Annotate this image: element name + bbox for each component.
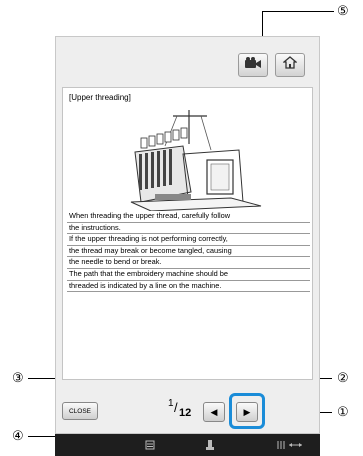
instruction-text: When threading the upper thread, careful… — [67, 211, 310, 293]
callout-5-leader — [262, 11, 334, 12]
left-arrow-icon: ◀ — [210, 406, 218, 417]
right-arrow-icon: ▶ — [243, 406, 251, 417]
current-page: 1 — [168, 398, 174, 409]
total-pages: 12 — [179, 407, 192, 419]
text-line: The path that the embroidery machine sho… — [67, 269, 310, 281]
text-line: When threading the upper thread, careful… — [67, 211, 310, 223]
text-line: the needle to bend or break. — [67, 257, 310, 269]
callout-4: ④ — [12, 428, 24, 443]
previous-page-button[interactable]: ◀ — [203, 402, 225, 422]
home-icon — [282, 56, 298, 74]
callout-5: ⑤ — [337, 3, 349, 18]
embroidery-machine-illustration — [130, 110, 262, 211]
callout-3: ③ — [12, 370, 24, 385]
text-line: threaded is indicated by a line on the m… — [67, 281, 310, 293]
video-button[interactable] — [238, 53, 268, 77]
bottom-status-bar — [55, 434, 320, 456]
close-button[interactable]: CLOSE — [62, 402, 98, 420]
page-separator: / — [174, 400, 178, 415]
callout-2: ② — [337, 370, 349, 385]
thread-tension-icon[interactable] — [270, 434, 310, 456]
list-icon[interactable] — [140, 434, 160, 456]
home-button[interactable] — [275, 53, 305, 77]
video-camera-icon — [244, 56, 262, 74]
machine-icon[interactable] — [200, 434, 220, 456]
text-line: the instructions. — [67, 223, 310, 235]
callout-1: ① — [337, 404, 349, 419]
text-line: the thread may break or become tangled, … — [67, 246, 310, 258]
document-title: [Upper threading] — [69, 93, 131, 102]
next-page-button[interactable]: ▶ — [236, 402, 258, 422]
help-document: [Upper threading] When threading the upp… — [62, 87, 313, 380]
text-line: If the upper threading is not performing… — [67, 234, 310, 246]
